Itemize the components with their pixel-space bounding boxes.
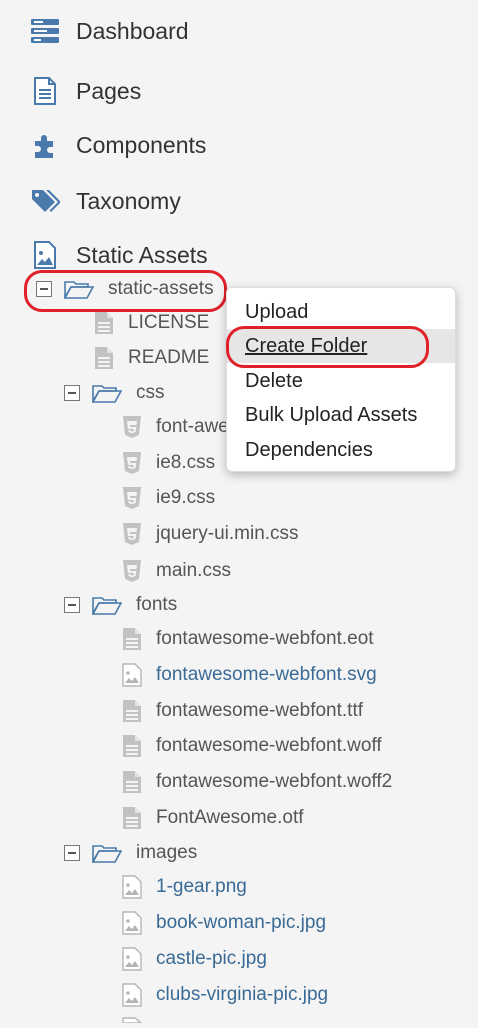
tree-file-image[interactable]: 1-gear.png [122, 872, 247, 902]
menu-item-create-folder[interactable]: Create Folder [227, 329, 455, 363]
css3-icon [122, 522, 142, 546]
dashboard-icon [30, 16, 60, 46]
css3-icon [122, 486, 142, 510]
folder-open-icon [92, 843, 122, 863]
tree-file-font[interactable]: fontawesome-webfont.woff2 [122, 767, 392, 797]
file-icon [122, 627, 142, 651]
file-link: book-woman-pic.jpg [156, 912, 327, 933]
nav-item-static-assets[interactable]: Static Assets [30, 235, 208, 275]
menu-item-label: Create Folder [245, 334, 368, 357]
file-name: LICENSE [128, 312, 210, 333]
menu-item-label: Delete [245, 369, 303, 392]
tree-file-image[interactable]: clubs-virginia-pic.jpg [122, 980, 328, 1010]
css3-icon [122, 451, 142, 475]
image-file-icon [122, 663, 142, 687]
tree-file-font[interactable]: fontawesome-webfont.eot [122, 624, 374, 654]
nav-label: Components [76, 131, 207, 158]
nav-item-pages[interactable]: Pages [30, 71, 141, 111]
context-menu: Upload Create Folder Delete Bulk Upload … [226, 287, 456, 472]
file-name: jquery-ui.min.css [156, 523, 299, 544]
tree-folder-css[interactable]: css [64, 378, 165, 408]
collapse-toggle[interactable] [64, 845, 80, 861]
tree-folder-images[interactable]: images [64, 838, 197, 868]
menu-item-upload[interactable]: Upload [227, 295, 455, 329]
folder-open-icon [92, 595, 122, 615]
tree-file-image[interactable]: castle-pic.jpg [122, 944, 267, 974]
menu-item-delete[interactable]: Delete [227, 364, 455, 398]
menu-item-label: Dependencies [245, 438, 373, 461]
file-name: main.css [156, 560, 231, 581]
puzzle-icon [30, 130, 60, 160]
file-link: 1-gear.png [156, 876, 247, 897]
file-icon-partial [122, 1010, 143, 1028]
menu-item-dependencies[interactable]: Dependencies [227, 433, 455, 467]
file-name: ie9.css [156, 487, 216, 508]
nav-item-taxonomy[interactable]: Taxonomy [30, 181, 181, 221]
tree-folder-fonts[interactable]: fonts [64, 590, 177, 620]
file-name: fontawesome-webfont.eot [156, 628, 374, 649]
file-icon [122, 806, 142, 830]
file-name: ie8.css [156, 452, 216, 473]
tree-file-css[interactable]: jquery-ui.min.css [122, 519, 299, 549]
file-name: fontawesome-webfont.woff [156, 735, 382, 756]
menu-item-label: Bulk Upload Assets [245, 403, 418, 426]
tree-file-image[interactable]: book-woman-pic.jpg [122, 908, 326, 938]
file-name: fontawesome-webfont.woff2 [156, 771, 393, 792]
file-name: fontawesome-webfont.ttf [156, 700, 363, 721]
tags-icon [30, 186, 60, 216]
folder-name: css [136, 382, 165, 403]
nav-item-dashboard[interactable]: Dashboard [30, 11, 189, 51]
folder-open-icon [64, 279, 94, 299]
page-icon [30, 76, 60, 106]
css3-icon [122, 415, 142, 439]
file-icon [94, 311, 114, 335]
css3-icon [122, 559, 142, 583]
tree-file-css[interactable]: ie9.css [122, 483, 215, 513]
tree-file-css[interactable]: main.css [122, 556, 231, 586]
collapse-toggle[interactable] [64, 597, 80, 613]
nav-item-components[interactable]: Components [30, 125, 206, 165]
folder-name: images [136, 842, 198, 863]
nav-label: Taxonomy [76, 187, 181, 214]
tree-folder-static-assets[interactable]: static-assets [36, 274, 214, 304]
menu-item-label: Upload [245, 300, 309, 323]
file-icon [122, 734, 142, 758]
file-icon [122, 770, 142, 794]
file-link: fontawesome-webfont.svg [156, 664, 377, 685]
image-file-icon [122, 911, 142, 935]
nav-label: Dashboard [76, 17, 189, 44]
tree-file-font[interactable]: FontAwesome.otf [122, 803, 304, 833]
file-name: FontAwesome.otf [156, 807, 304, 828]
folder-open-icon [92, 383, 122, 403]
tree-file-readme[interactable]: README [94, 343, 209, 373]
file-link: castle-pic.jpg [156, 948, 267, 969]
image-file-icon [122, 875, 142, 899]
folder-name: fonts [136, 594, 178, 615]
collapse-toggle[interactable] [36, 281, 52, 297]
nav-label: Pages [76, 77, 142, 104]
image-file-icon [122, 947, 142, 971]
tree-file-font[interactable]: fontawesome-webfont.ttf [122, 696, 363, 726]
file-icon [94, 346, 114, 370]
folder-name: static-assets [108, 278, 214, 299]
tree-file-font-svg[interactable]: fontawesome-webfont.svg [122, 660, 377, 690]
file-name: README [128, 347, 210, 368]
tree-file-license[interactable]: LICENSE [94, 308, 209, 338]
collapse-toggle[interactable] [64, 385, 80, 401]
image-file-icon [122, 983, 142, 1007]
file-icon [122, 699, 142, 723]
image-icon [30, 240, 60, 270]
tree-file-font[interactable]: fontawesome-webfont.woff [122, 731, 382, 761]
file-link: clubs-virginia-pic.jpg [156, 984, 329, 1005]
tree-file-css[interactable]: ie8.css [122, 448, 215, 478]
menu-item-bulk-upload[interactable]: Bulk Upload Assets [227, 398, 455, 432]
nav-label: Static Assets [76, 241, 208, 268]
